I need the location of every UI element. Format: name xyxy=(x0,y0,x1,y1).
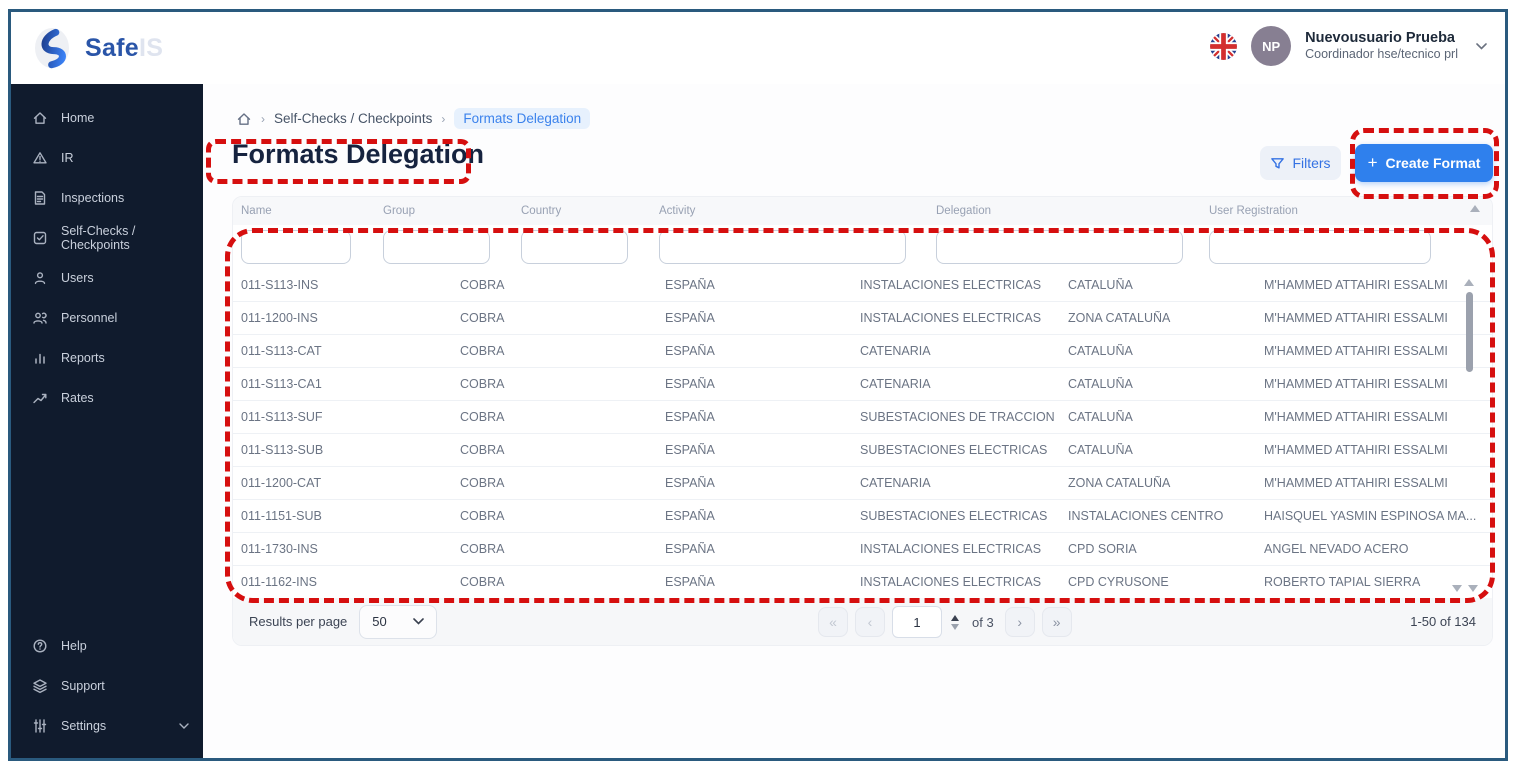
page-title: Formats Delegation xyxy=(232,139,485,169)
column-header-name: Name xyxy=(241,205,272,217)
results-range-label: 1-50 of 134 xyxy=(1410,614,1476,629)
filter-input-group[interactable] xyxy=(383,230,490,264)
brand-logo[interactable]: SafeIS xyxy=(29,25,163,71)
user-menu-chevron-down-icon[interactable] xyxy=(1476,42,1487,50)
scroll-down-arrow[interactable] xyxy=(1452,585,1462,592)
filter-input-delegation[interactable] xyxy=(936,230,1183,264)
table-row[interactable]: 011-1730-INS COBRA ESPAÑA INSTALACIONES ELE… xyxy=(233,533,1492,566)
column-header-activity: Activity xyxy=(659,205,696,217)
spinner-up-arrow[interactable] xyxy=(951,614,959,621)
sidebar-item-settings[interactable]: Settings xyxy=(11,706,203,746)
table-footer: Results per page 50 « ‹ of 3 › xyxy=(233,598,1492,645)
next-page-button[interactable]: › xyxy=(1004,607,1035,637)
users-icon xyxy=(32,310,48,326)
page-number-spinner xyxy=(951,614,959,630)
results-per-page-label: Results per page xyxy=(249,614,348,629)
table-filter-row xyxy=(233,225,1492,269)
filter-input-activity[interactable] xyxy=(659,230,906,264)
main-content: › Self-Checks / Checkpoints › Formats De… xyxy=(203,84,1505,758)
breadcrumb-formats-delegation[interactable]: Formats Delegation xyxy=(454,108,591,129)
breadcrumb: › Self-Checks / Checkpoints › Formats De… xyxy=(236,108,591,129)
sidebar-item-home[interactable]: Home xyxy=(11,98,203,138)
sidebar-item-personnel[interactable]: Personnel xyxy=(11,298,203,338)
table-row[interactable]: 011-S113-SUB COBRA ESPAÑA SUBESTACIONES ELE… xyxy=(233,434,1492,467)
sidebar-item-help[interactable]: Help xyxy=(11,626,203,666)
table-header-row: Name Group Country Activity Delegation U… xyxy=(233,197,1492,225)
filters-button[interactable]: Filters xyxy=(1260,146,1341,180)
document-icon xyxy=(32,190,48,206)
breadcrumb-chevron-icon: › xyxy=(261,111,265,126)
filter-input-country[interactable] xyxy=(521,230,628,264)
first-page-button[interactable]: « xyxy=(818,607,848,637)
table-row[interactable]: 011-1162-INS COBRA ESPAÑA INSTALACIONES ELE… xyxy=(233,566,1492,599)
user-info[interactable]: Nuevousuario Prueba Coordinador hse/tecn… xyxy=(1305,29,1458,63)
table-scrollbar[interactable] xyxy=(1464,279,1474,372)
table-row[interactable]: 011-S113-CA1 COBRA ESPAÑA CATENARIA CATALUÑA… xyxy=(233,368,1492,401)
scroll-down-arrow[interactable] xyxy=(1468,585,1478,592)
scrollbar-up-arrow[interactable] xyxy=(1464,279,1474,286)
plus-icon: + xyxy=(1367,153,1378,172)
sidebar-item-self-checks[interactable]: Self-Checks / Checkpoints xyxy=(11,218,203,258)
sidebar-item-support[interactable]: Support xyxy=(11,666,203,706)
bar-chart-icon xyxy=(32,350,48,366)
brand-name: SafeIS xyxy=(85,33,164,62)
user-icon xyxy=(32,270,48,286)
table-row[interactable]: 011-S113-INS COBRA ESPAÑA INSTALACIONES ELE… xyxy=(233,269,1492,302)
sidebar-item-users[interactable]: Users xyxy=(11,258,203,298)
page-count-label: of 3 xyxy=(972,614,994,630)
prev-page-button[interactable]: ‹ xyxy=(855,607,885,637)
brand-swirl-icon xyxy=(29,25,75,71)
funnel-icon xyxy=(1270,156,1285,171)
app-window: SafeIS NP Nuevousuario Prueba Coordinado… xyxy=(8,9,1508,761)
breadcrumb-home-icon[interactable] xyxy=(236,111,252,127)
spinner-down-arrow[interactable] xyxy=(951,623,959,630)
check-square-icon xyxy=(32,230,48,246)
home-icon xyxy=(32,110,48,126)
sidebar: Home IR Inspections Self-Checks / Checkp… xyxy=(11,84,203,758)
language-flag-icon[interactable] xyxy=(1210,32,1238,60)
user-name: Nuevousuario Prueba xyxy=(1305,30,1455,47)
settings-chevron-down-icon[interactable] xyxy=(179,723,189,729)
column-header-group: Group xyxy=(383,205,415,217)
sidebar-item-ir[interactable]: IR xyxy=(11,138,203,178)
breadcrumb-chevron-icon: › xyxy=(441,111,446,126)
column-header-delegation: Delegation xyxy=(936,205,991,217)
user-role: Coordinador hse/tecnico prl xyxy=(1305,47,1458,62)
sidebar-item-reports[interactable]: Reports xyxy=(11,338,203,378)
trend-up-icon xyxy=(32,390,48,406)
column-header-user-registration: User Registration xyxy=(1209,205,1298,217)
avatar[interactable]: NP xyxy=(1251,26,1292,66)
layers-icon xyxy=(32,678,48,694)
table-row[interactable]: 011-S113-CAT COBRA ESPAÑA CATENARIA CATALUÑA… xyxy=(233,335,1492,368)
column-header-country: Country xyxy=(521,205,562,217)
table-row[interactable]: 011-1200-INS COBRA ESPAÑA INSTALACIONES ELE… xyxy=(233,302,1492,335)
sidebar-item-inspections[interactable]: Inspections xyxy=(11,178,203,218)
scrollbar-thumb[interactable] xyxy=(1465,292,1473,372)
filter-input-name[interactable] xyxy=(241,230,351,264)
sidebar-item-rates[interactable]: Rates xyxy=(11,378,203,418)
create-format-button[interactable]: + Create Format xyxy=(1355,144,1493,182)
results-per-page-select[interactable]: 50 xyxy=(359,604,438,639)
sliders-icon xyxy=(32,718,48,734)
topbar: SafeIS NP Nuevousuario Prueba Coordinado… xyxy=(11,12,1505,84)
help-circle-icon xyxy=(32,638,48,654)
formats-table: Name Group Country Activity Delegation U… xyxy=(232,196,1493,646)
pager: « ‹ of 3 › » xyxy=(818,606,1072,638)
table-row[interactable]: 011-1151-SUB COBRA ESPAÑA SUBESTACIONES ELE… xyxy=(233,500,1492,533)
page-number-input[interactable] xyxy=(892,606,942,638)
chevron-down-icon xyxy=(413,618,425,625)
table-row[interactable]: 011-S113-SUF COBRA ESPAÑA SUBESTACIONES DE … xyxy=(233,401,1492,434)
scroll-down-arrows[interactable] xyxy=(1452,585,1478,592)
last-page-button[interactable]: » xyxy=(1041,607,1072,637)
breadcrumb-self-checks[interactable]: Self-Checks / Checkpoints xyxy=(274,111,432,126)
scroll-up-arrow[interactable] xyxy=(1470,205,1480,212)
table-row[interactable]: 011-1200-CAT COBRA ESPAÑA CATENARIA ZONA CAT… xyxy=(233,467,1492,500)
warning-triangle-icon xyxy=(32,150,48,166)
filter-input-user-registration[interactable] xyxy=(1209,230,1431,264)
